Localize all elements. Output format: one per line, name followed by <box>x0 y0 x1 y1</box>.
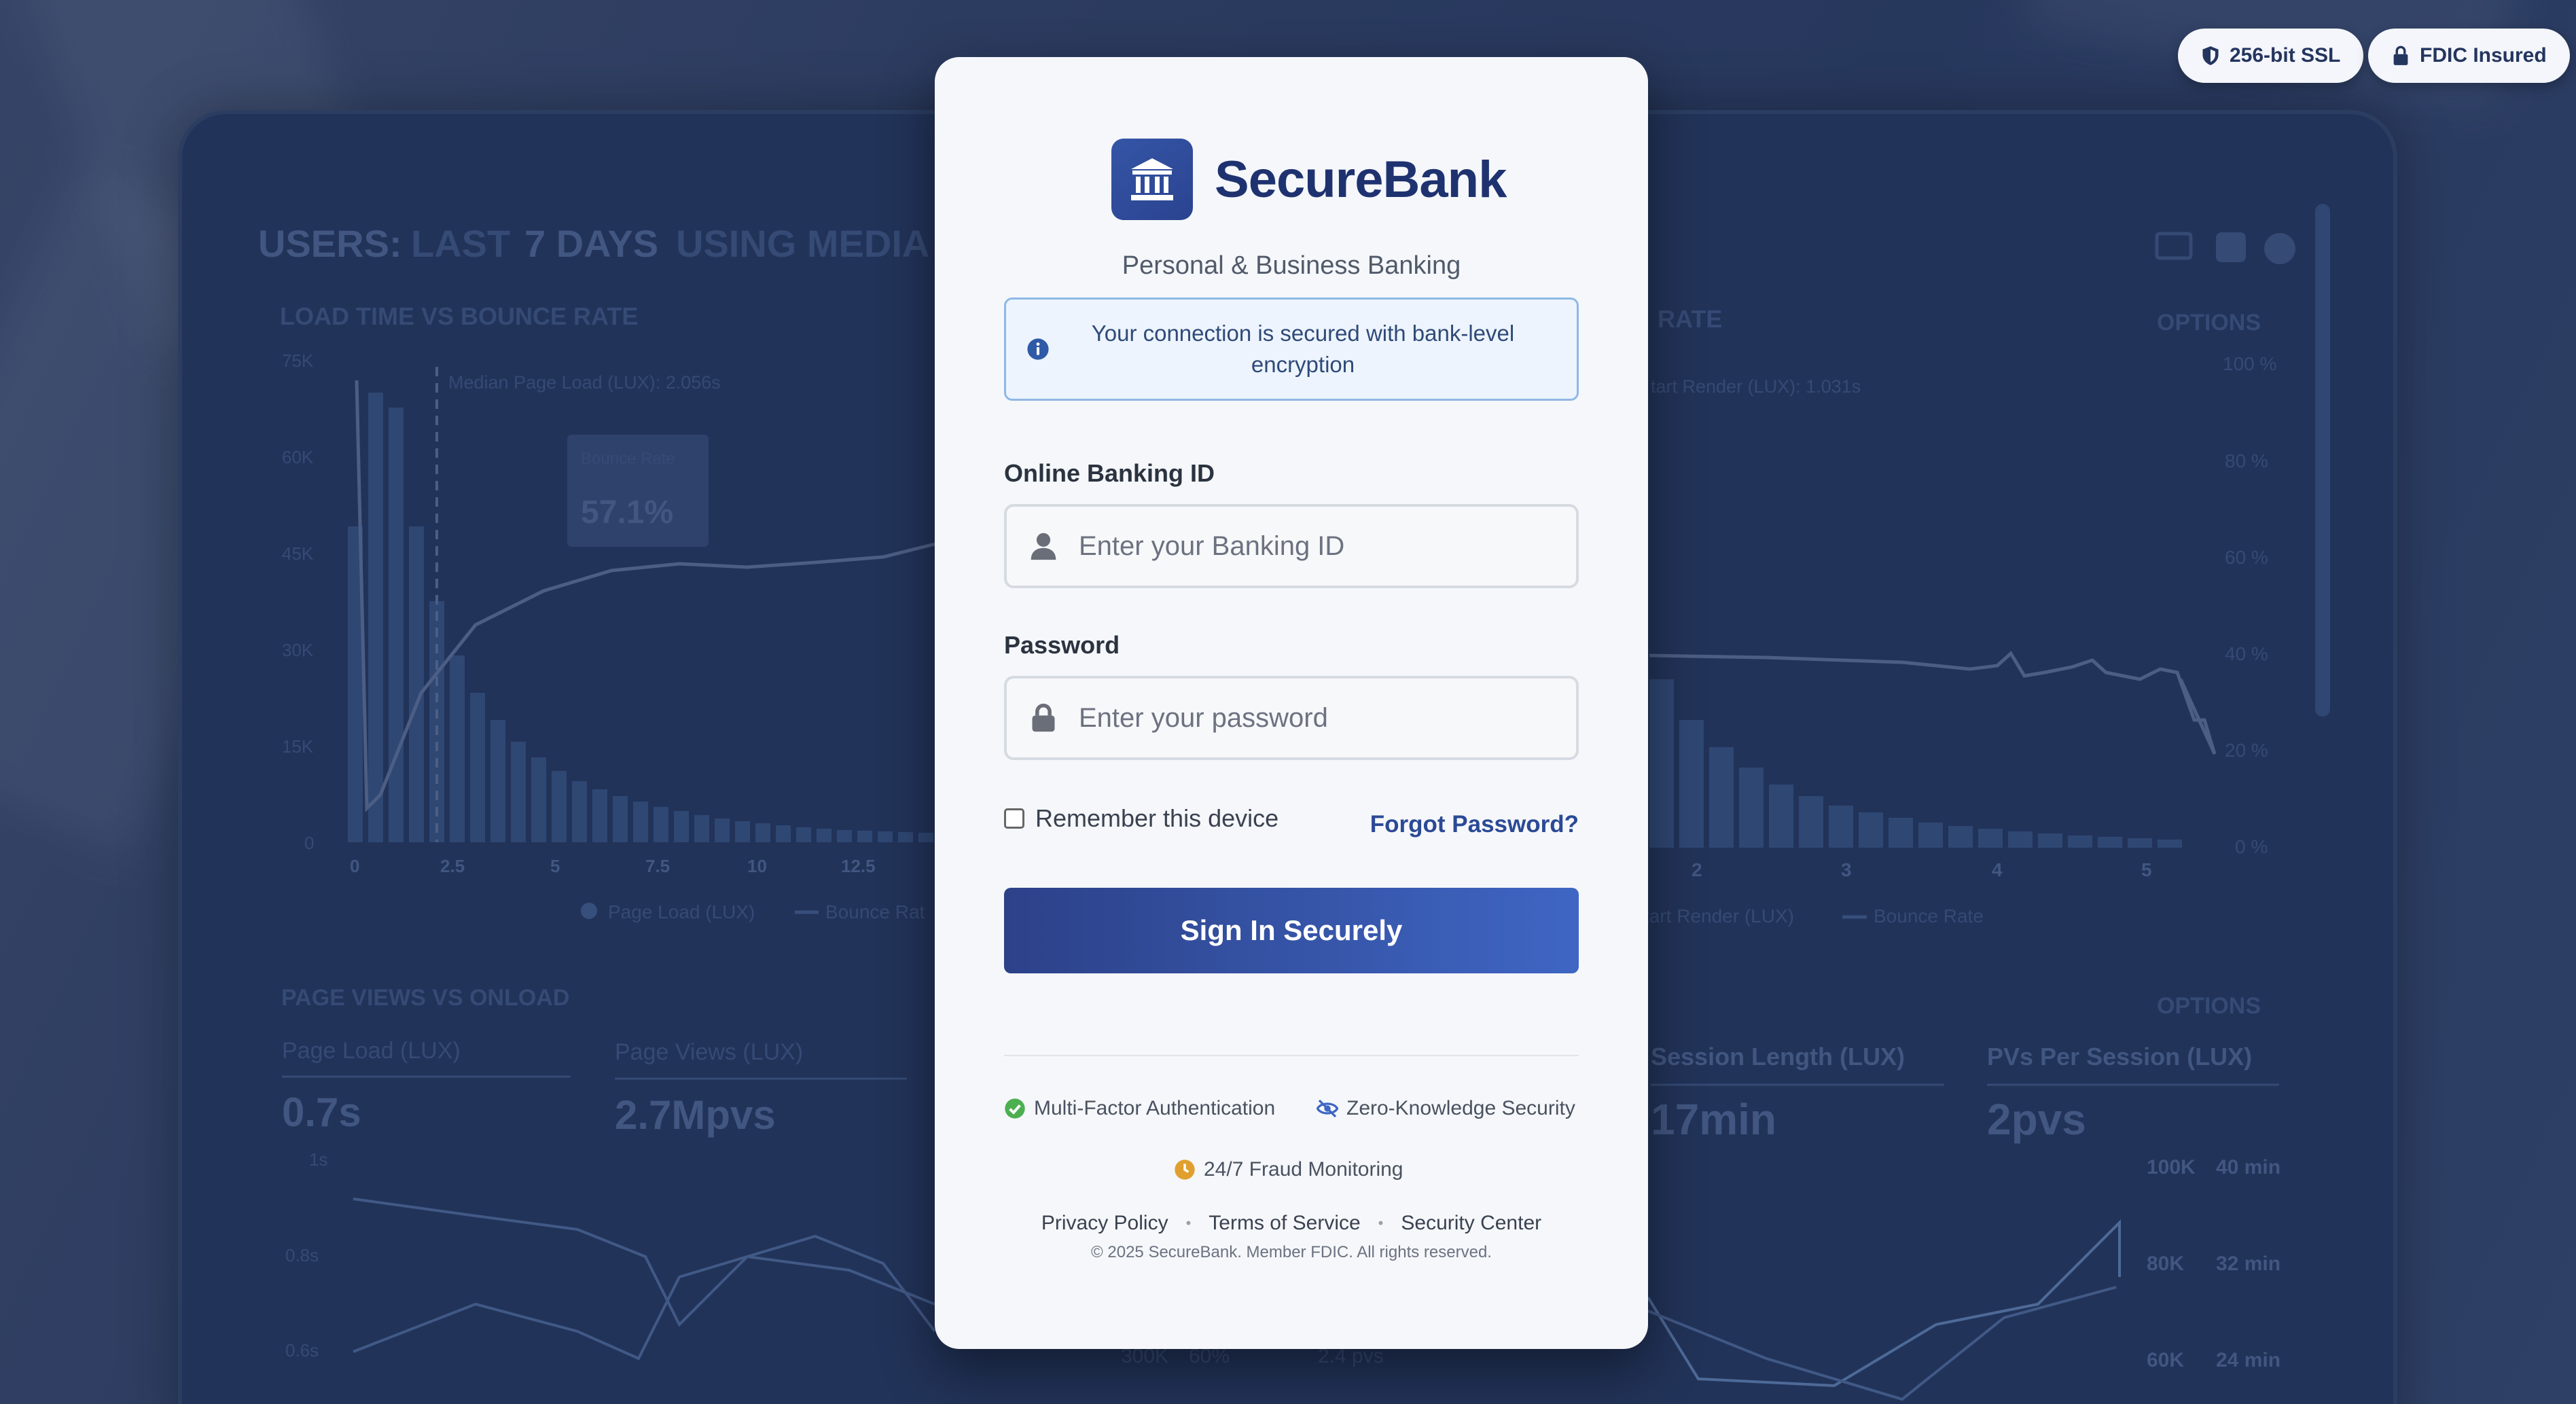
bank-icon <box>1131 158 1173 200</box>
banking-id-field[interactable] <box>1004 504 1579 588</box>
brand-tagline: Personal & Business Banking <box>1122 251 1461 280</box>
feature-fraud-monitoring-label: 24/7 Fraud Monitoring <box>1204 1158 1403 1181</box>
fdic-badge-label: FDIC Insured <box>2420 44 2547 67</box>
fdic-badge: FDIC Insured <box>2368 29 2570 83</box>
password-input[interactable] <box>1058 678 1576 758</box>
brand-header: SecureBank <box>1111 139 1507 220</box>
ssl-badge: 256-bit SSL <box>2178 29 2364 83</box>
footer-links: Privacy Policy • Terms of Service • Secu… <box>935 1212 1648 1235</box>
user-icon <box>1031 533 1056 560</box>
banking-id-input[interactable] <box>1058 506 1576 586</box>
divider <box>1004 1055 1579 1056</box>
feature-mfa-label: Multi-Factor Authentication <box>1034 1097 1276 1119</box>
security-center-link[interactable]: Security Center <box>1401 1212 1541 1235</box>
sign-in-button[interactable]: Sign In Securely <box>1004 888 1579 973</box>
brand-name: SecureBank <box>1215 150 1507 209</box>
clock-icon <box>1175 1159 1195 1180</box>
banking-id-label: Online Banking ID <box>1004 459 1215 487</box>
forgot-password-link[interactable]: Forgot Password? <box>1370 811 1579 838</box>
separator-dot: • <box>1378 1214 1384 1231</box>
feature-fraud-monitoring: 24/7 Fraud Monitoring <box>1174 1158 1403 1181</box>
security-notice-text: Your connection is secured with bank-lev… <box>1091 321 1515 377</box>
separator-dot: • <box>1185 1214 1192 1231</box>
feature-zero-knowledge: Zero-Knowledge Security <box>1317 1097 1575 1120</box>
bank-logo <box>1111 139 1193 220</box>
lock-icon <box>2393 46 2408 65</box>
info-icon <box>1027 338 1049 360</box>
shield-icon <box>2202 46 2219 65</box>
terms-of-service-link[interactable]: Terms of Service <box>1209 1212 1360 1235</box>
check-circle-icon <box>1005 1098 1025 1119</box>
feature-zero-knowledge-label: Zero-Knowledge Security <box>1346 1097 1575 1119</box>
password-field[interactable] <box>1004 676 1579 760</box>
remember-label[interactable]: Remember this device <box>1035 804 1278 833</box>
eye-slash-icon <box>1317 1099 1338 1118</box>
copyright: © 2025 SecureBank. Member FDIC. All righ… <box>1091 1243 1492 1261</box>
remember-checkbox[interactable] <box>1004 808 1024 829</box>
password-label: Password <box>1004 631 1120 659</box>
feature-mfa: Multi-Factor Authentication <box>1004 1097 1275 1120</box>
lock-icon <box>1032 703 1055 732</box>
remember-device[interactable]: Remember this device <box>1004 804 1278 833</box>
ssl-badge-label: 256-bit SSL <box>2230 44 2341 67</box>
login-card: SecureBank Personal & Business Banking Y… <box>935 57 1648 1349</box>
security-notice: Your connection is secured with bank-lev… <box>1004 298 1579 401</box>
privacy-policy-link[interactable]: Privacy Policy <box>1041 1212 1168 1235</box>
